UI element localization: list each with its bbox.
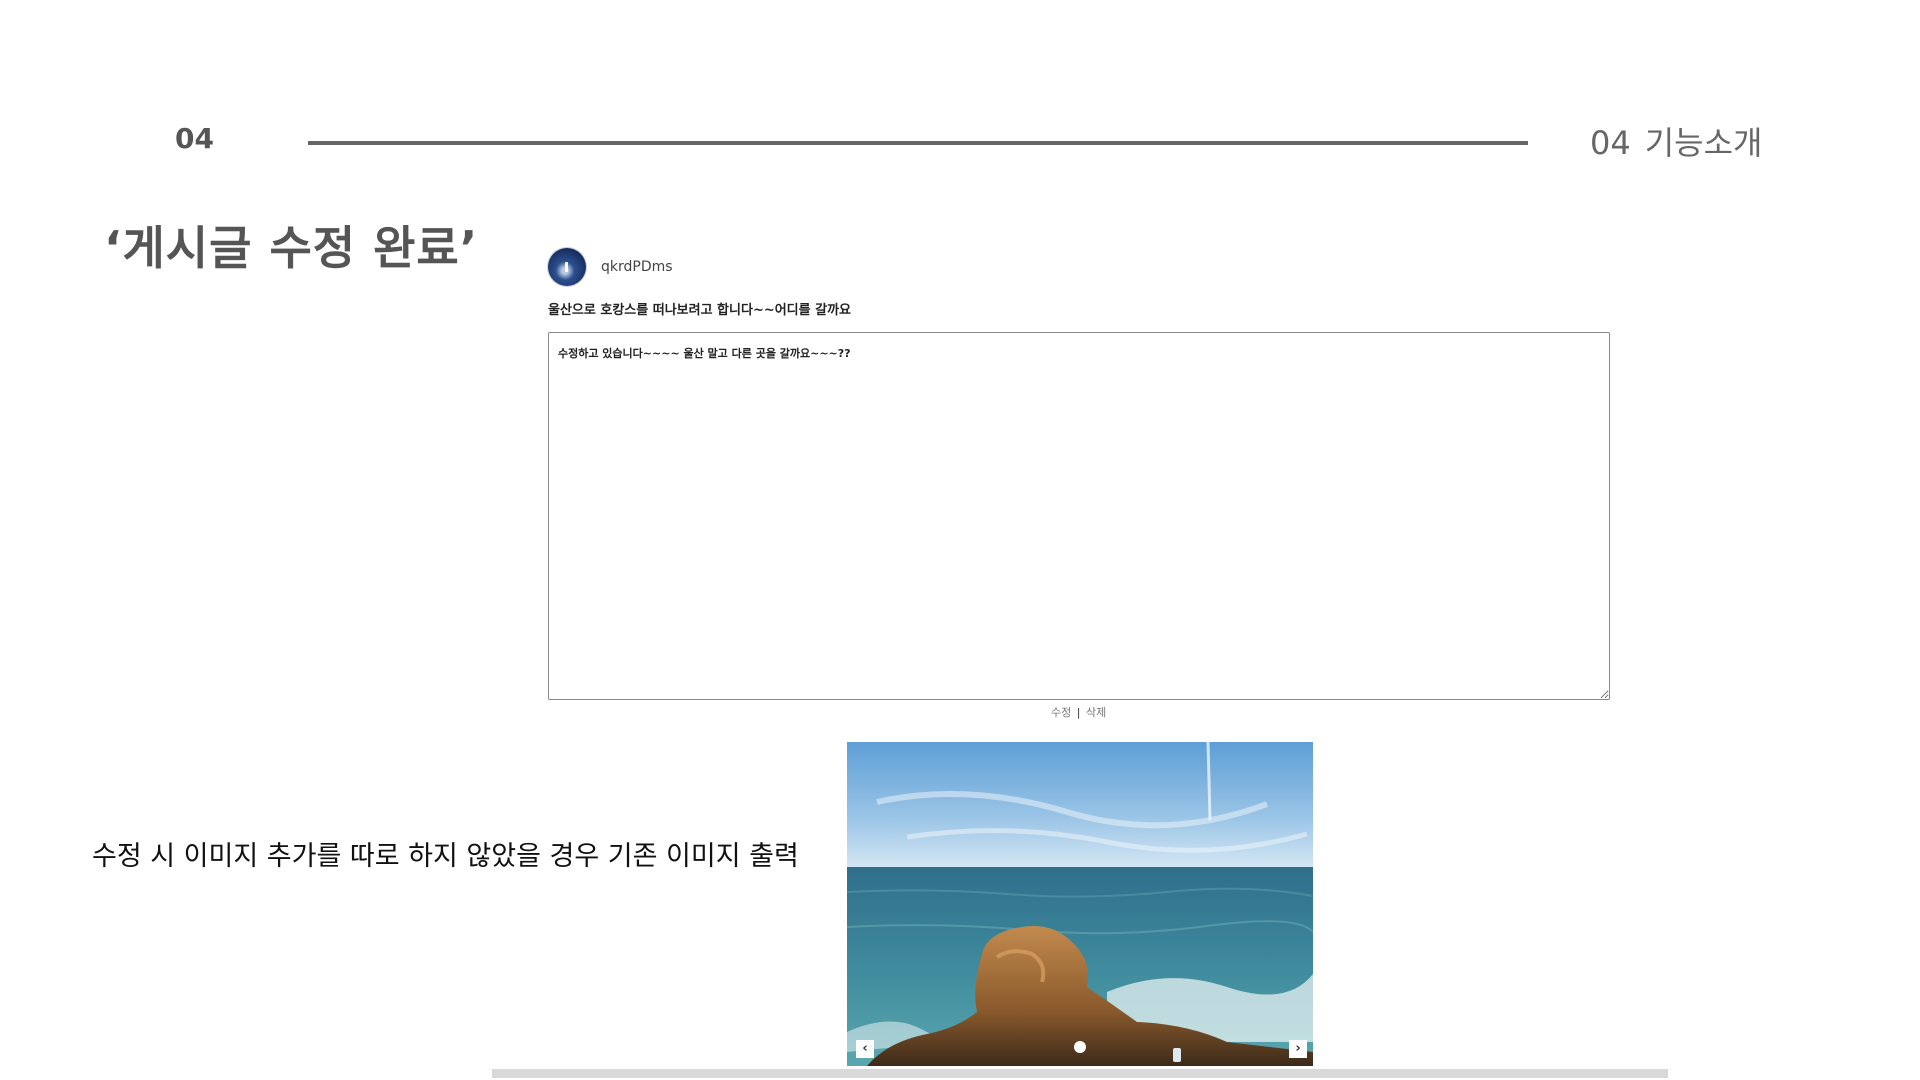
carousel-image <box>847 742 1313 1066</box>
username[interactable]: qkrdPDms <box>601 259 673 275</box>
image-carousel[interactable]: ‹ › <box>847 742 1313 1066</box>
post-title: 울산으로 호캉스를 떠나보려고 합니다~~어디를 갈까요 <box>548 303 852 318</box>
post-author: qkrdPDms <box>548 248 673 286</box>
page-number: 04 <box>175 122 214 155</box>
chevron-right-icon: › <box>1295 1041 1301 1056</box>
slide-heading: ‘게시글 수정 완료’ <box>104 221 479 275</box>
header-divider <box>308 141 1528 145</box>
edit-link[interactable]: 수정 <box>1051 706 1071 719</box>
delete-link[interactable]: 삭제 <box>1086 706 1106 719</box>
avatar[interactable] <box>548 248 586 286</box>
carousel-prev-button[interactable]: ‹ <box>856 1040 874 1058</box>
post-actions: 수정 | 삭제 <box>1051 704 1106 720</box>
chevron-left-icon: ‹ <box>862 1041 868 1056</box>
section-number: 04 <box>1590 124 1631 162</box>
horizontal-scrollbar[interactable] <box>492 1069 1668 1078</box>
post-content-textarea[interactable]: 수정하고 있습니다~~~~ 울산 말고 다른 곳을 갈까요~~~?? <box>548 332 1610 700</box>
action-separator: | <box>1076 706 1081 719</box>
carousel-indicator-dot[interactable] <box>1074 1041 1086 1053</box>
section-label: 기능소개 <box>1644 124 1763 162</box>
carousel-next-button[interactable]: › <box>1289 1040 1307 1058</box>
slide-caption: 수정 시 이미지 추가를 따로 하지 않았을 경우 기존 이미지 출력 <box>92 841 799 872</box>
section-title: 04 기능소개 <box>1590 118 1762 164</box>
